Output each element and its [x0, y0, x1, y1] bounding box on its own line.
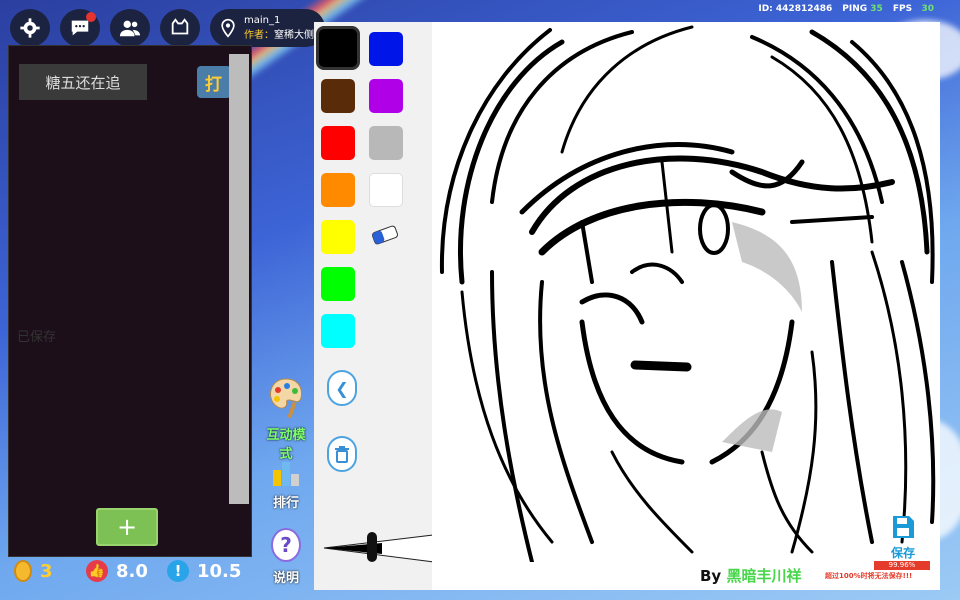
byline-prefix: By: [700, 567, 727, 585]
user-id: ID: 442812486: [758, 4, 833, 14]
back-button[interactable]: ❮: [327, 370, 357, 406]
coin-icon: [14, 560, 32, 582]
fps-label: FPS: [892, 4, 913, 14]
notification-dot: [86, 12, 96, 22]
ranking-icon: [273, 462, 299, 486]
color-swatch[interactable]: [316, 26, 360, 70]
author-label: 作者：: [244, 30, 274, 41]
color-swatch[interactable]: [369, 32, 403, 66]
help-icon: ?: [271, 528, 301, 562]
saved-status: 已保存: [17, 330, 57, 345]
coin-stat: 3: [14, 560, 53, 582]
ping-value: 35: [870, 4, 883, 14]
author-name: 窒稀大侧: [274, 30, 314, 41]
color-swatch[interactable]: [321, 314, 355, 348]
color-swatch[interactable]: [369, 173, 403, 207]
save-label: 保存: [890, 546, 915, 560]
warning-stat: ! 10.5: [167, 560, 241, 582]
world-button[interactable]: [160, 9, 200, 47]
ranking-button[interactable]: 排行: [262, 456, 310, 511]
clear-button[interactable]: [327, 436, 357, 472]
color-swatch[interactable]: [321, 126, 355, 160]
back-icon: ❮: [335, 378, 349, 398]
map-pin-icon: [221, 18, 235, 38]
chat-panel: 糖五还在追 打 已保存 +: [8, 45, 252, 557]
eraser-icon[interactable]: [369, 222, 401, 248]
chat-button[interactable]: [60, 9, 100, 47]
gear-icon: [20, 18, 40, 38]
status-bar: ID: 442812486 PING 35 FPS 30: [758, 4, 934, 14]
settings-button[interactable]: [10, 9, 50, 47]
drawing-board: ❮ By 黑暗丰川祥 保存 99.96% 超过100%时将无法保存!!!: [314, 22, 940, 590]
exclamation-icon: !: [167, 560, 189, 582]
coin-count: 3: [40, 560, 53, 582]
save-button[interactable]: 保存: [886, 514, 920, 561]
thumbs-up-icon: 👍: [86, 560, 108, 582]
color-swatch[interactable]: [369, 79, 403, 113]
friends-button[interactable]: [110, 9, 150, 47]
friends-icon: [119, 20, 141, 37]
svg-text:?: ?: [280, 533, 292, 557]
action-button[interactable]: 打: [197, 66, 231, 98]
color-swatch[interactable]: [321, 220, 355, 254]
color-swatch[interactable]: [369, 126, 403, 160]
save-progress: 99.96%: [874, 561, 930, 570]
color-swatch[interactable]: [321, 173, 355, 207]
help-label: 说明: [272, 571, 299, 586]
trash-icon: [335, 446, 349, 463]
ranking-label: 排行: [272, 496, 299, 511]
ping-label: PING: [842, 4, 868, 14]
fps-value: 30: [921, 4, 934, 14]
slider-handle: [367, 532, 377, 562]
warning-count: 10.5: [197, 560, 242, 582]
color-swatch[interactable]: [321, 267, 355, 301]
color-swatch[interactable]: [321, 79, 355, 113]
cat-face-icon: [171, 18, 189, 35]
sketch-drawing: [439, 25, 936, 564]
author-byline: By 黑暗丰川祥: [700, 565, 801, 586]
like-count: 8.0: [116, 560, 148, 582]
add-button[interactable]: +: [96, 508, 158, 546]
palette-icon: [270, 378, 302, 419]
map-info[interactable]: main_1 作者：窒稀大侧: [210, 9, 325, 47]
save-icon: [893, 516, 914, 538]
help-button[interactable]: ? 说明: [262, 527, 310, 586]
like-stat: 👍 8.0: [86, 560, 148, 582]
map-name: main_1: [244, 15, 281, 26]
save-warning: 超过100%时将无法保存!!!: [825, 572, 913, 580]
panel-scrollbar[interactable]: [229, 54, 249, 504]
interactive-mode-button[interactable]: 互动模式: [262, 376, 310, 462]
byline-name: 黑暗丰川祥: [726, 567, 802, 585]
drawing-canvas[interactable]: [432, 22, 940, 590]
player-name-tag[interactable]: 糖五还在追: [19, 64, 147, 100]
